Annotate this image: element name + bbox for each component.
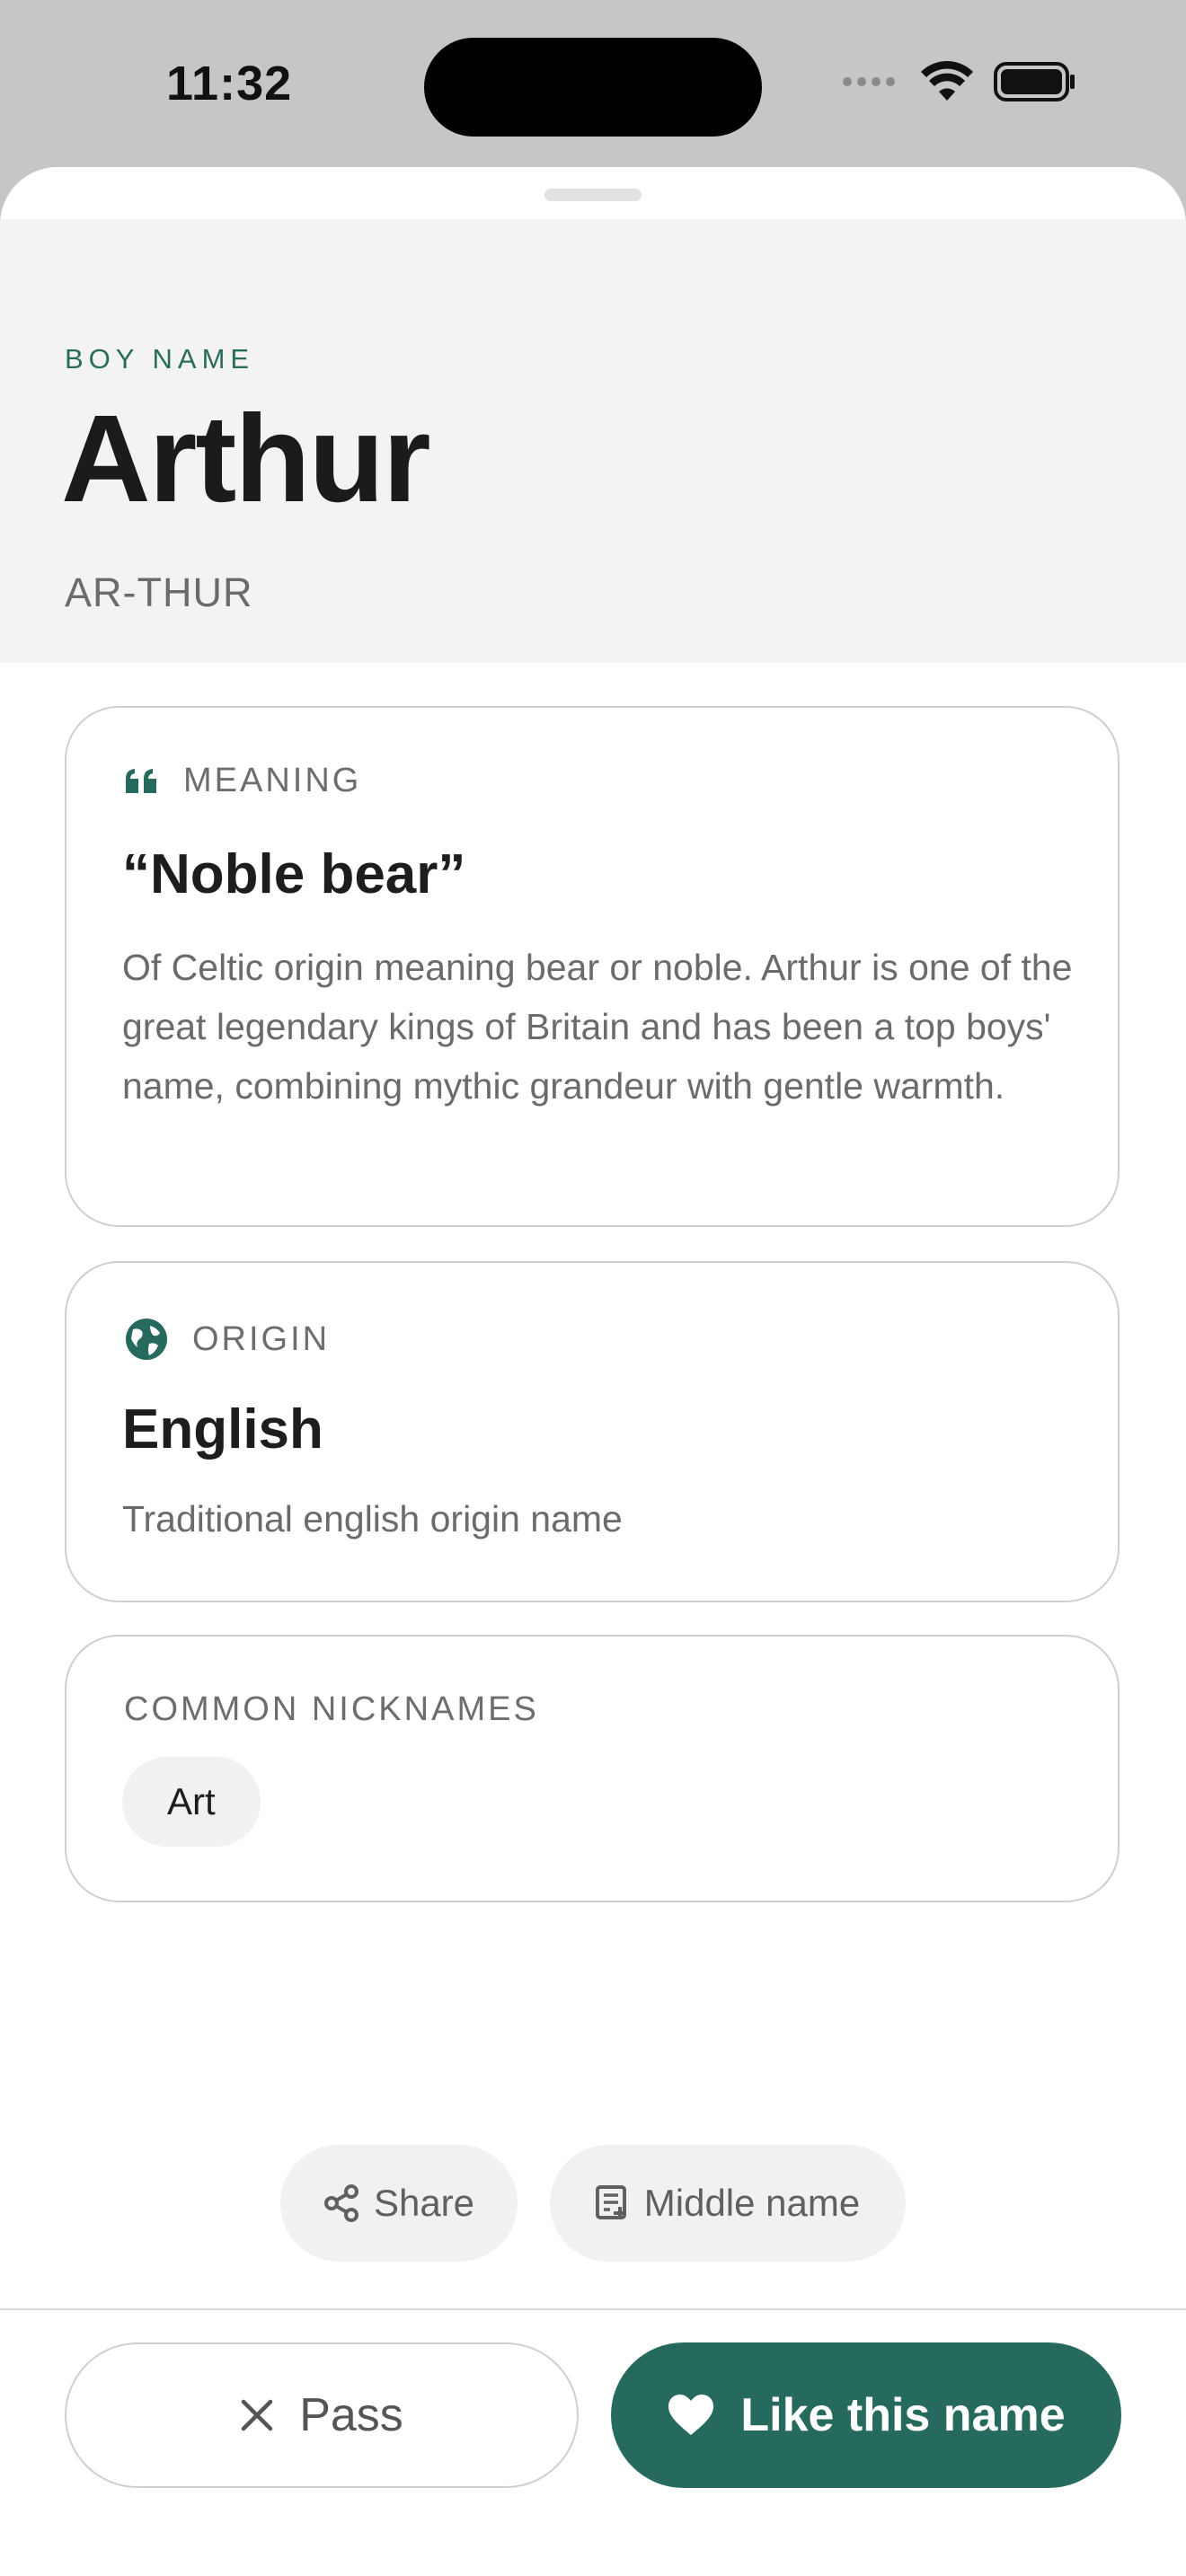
origin-body: Traditional english origin name xyxy=(122,1498,623,1539)
sheet-grabber[interactable] xyxy=(544,189,642,201)
meaning-card: MEANING “Noble bear” Of Celtic origin me… xyxy=(65,706,1120,1227)
wifi-icon xyxy=(921,61,973,101)
name-title: Arthur xyxy=(61,390,431,528)
meaning-label: MEANING xyxy=(183,762,362,799)
gender-label: BOY NAME xyxy=(65,343,255,375)
share-icon xyxy=(323,2184,358,2222)
secondary-actions: Share Middle name xyxy=(0,2145,1186,2262)
like-label: Like this name xyxy=(740,2389,1066,2441)
nickname-chip[interactable]: Art xyxy=(122,1757,261,1847)
bottom-divider xyxy=(0,2308,1186,2310)
status-bar: 11:32 xyxy=(0,0,1186,171)
meaning-body: Of Celtic origin meaning bear or noble. … xyxy=(122,947,1073,1107)
pass-button[interactable]: Pass xyxy=(65,2342,579,2488)
nicknames-label: COMMON NICKNAMES xyxy=(124,1690,539,1728)
close-icon xyxy=(241,2399,273,2431)
share-label: Share xyxy=(373,2182,475,2224)
status-icons xyxy=(843,61,1076,102)
battery-icon xyxy=(994,62,1075,101)
middle-name-button[interactable]: Middle name xyxy=(550,2145,906,2262)
middle-name-label: Middle name xyxy=(643,2182,861,2224)
origin-label: ORIGIN xyxy=(192,1319,331,1358)
quote-icon xyxy=(126,768,156,793)
status-time: 11:32 xyxy=(166,57,293,110)
pass-label: Pass xyxy=(299,2389,403,2441)
cellular-signal-icon xyxy=(843,77,895,86)
heart-icon xyxy=(668,2395,714,2435)
origin-heading: English xyxy=(122,1398,323,1460)
globe-icon xyxy=(126,1319,167,1360)
meaning-heading: “Noble bear” xyxy=(122,843,466,905)
dynamic-island xyxy=(424,38,762,137)
add-note-icon xyxy=(595,2185,626,2219)
name-header: BOY NAME Arthur AR-THUR xyxy=(0,219,1186,663)
origin-card: ORIGIN English Traditional english origi… xyxy=(65,1261,1120,1602)
like-button[interactable]: Like this name xyxy=(611,2342,1121,2488)
nicknames-card: COMMON NICKNAMES Art xyxy=(65,1635,1120,1902)
share-button[interactable]: Share xyxy=(280,2145,518,2262)
pronunciation: AR-THUR xyxy=(65,569,253,615)
